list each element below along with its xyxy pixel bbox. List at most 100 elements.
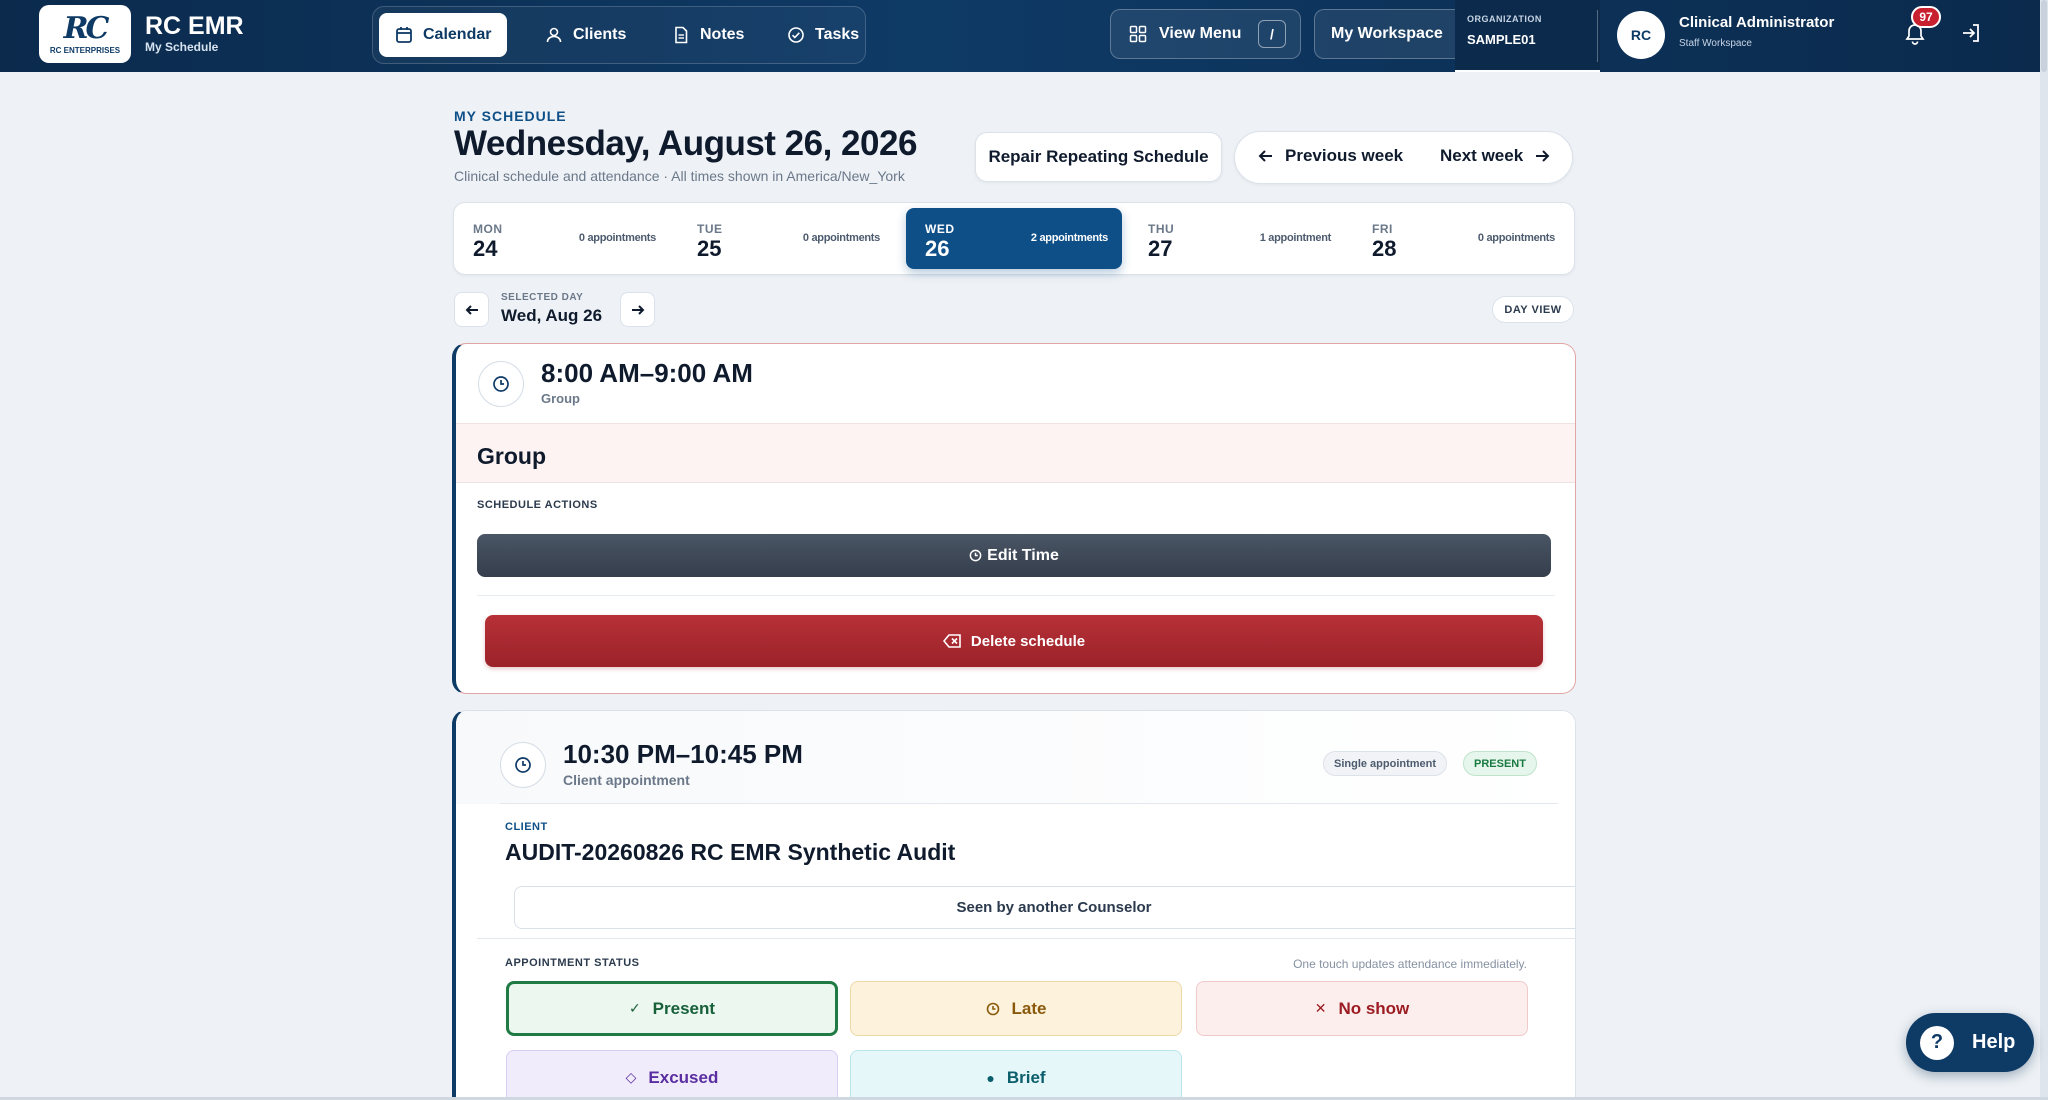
arrow-right-icon (631, 304, 644, 315)
notification-badge[interactable]: 97 (1911, 6, 1941, 28)
arrow-right-icon (1536, 150, 1550, 162)
status-late-label: Late (1011, 998, 1047, 1018)
nav-notes[interactable]: Notes (656, 13, 760, 57)
organization-label: ORGANIZATION (1467, 14, 1542, 24)
grid-icon (1129, 25, 1147, 43)
scrollbar-thumb[interactable] (2041, 0, 2047, 72)
view-menu-label: View Menu (1159, 25, 1242, 42)
day-wednesday[interactable]: WED 26 2 appointments (906, 208, 1122, 269)
previous-day-button[interactable] (454, 292, 489, 327)
delete-schedule-label: Delete schedule (970, 632, 1086, 650)
view-menu-button[interactable]: View Menu / (1110, 9, 1301, 59)
status-present-button[interactable]: ✓ Present (506, 981, 838, 1036)
appointment-time: 10:30 PM–10:45 PM (563, 739, 803, 769)
backspace-icon (942, 634, 961, 648)
app-subtitle: My Schedule (145, 40, 219, 54)
group-name: Group (477, 443, 546, 469)
logo-mark: RC (63, 10, 110, 46)
check-circle-icon (788, 27, 804, 43)
help-label: Help (1972, 1031, 2016, 1053)
logo-text: RC ENTERPRISES (49, 45, 121, 55)
day-name: MON (473, 222, 503, 236)
day-number: 27 (1148, 236, 1173, 261)
day-monday[interactable]: MON 24 0 appointments (454, 208, 670, 269)
day-thursday[interactable]: THU 27 1 appointment (1129, 208, 1345, 269)
help-button[interactable]: ? Help (1906, 1013, 2034, 1072)
delete-schedule-button[interactable]: Delete schedule (485, 615, 1543, 667)
appointment-time: 8:00 AM–9:00 AM (541, 358, 753, 388)
edit-time-label: Edit Time (987, 546, 1059, 564)
divider (500, 803, 1558, 804)
document-icon (675, 26, 688, 44)
status-excused-label: Excused (648, 1067, 719, 1087)
schedule-card-client: 10:30 PM–10:45 PM Client appointment Sin… (452, 710, 1576, 1100)
organization-box: ORGANIZATION SAMPLE01 (1455, 0, 1600, 72)
appointment-kind-badge: Single appointment (1323, 751, 1448, 776)
week-navigation: Previous week Next week (1234, 131, 1573, 184)
close-icon: ✕ (1314, 1000, 1327, 1016)
day-number: 24 (473, 236, 498, 261)
day-name: WED (925, 222, 955, 236)
status-late-button[interactable]: Late (850, 981, 1182, 1036)
appointment-status-label: APPOINTMENT STATUS (505, 957, 640, 969)
user-role: Staff Workspace (1679, 38, 1752, 49)
next-day-button[interactable] (620, 292, 655, 327)
day-tuesday[interactable]: TUE 25 0 appointments (678, 208, 894, 269)
top-bar: RC RC ENTERPRISES RC EMR My Schedule Cal… (0, 0, 2048, 72)
day-number: 25 (697, 236, 722, 261)
dot-icon: ● (986, 1069, 995, 1086)
selected-day-value: Wed, Aug 26 (501, 306, 603, 325)
status-no-show-button[interactable]: ✕ No show (1196, 981, 1528, 1036)
clock-icon (478, 361, 524, 407)
nav-tasks[interactable]: Tasks (771, 13, 875, 57)
nav-calendar[interactable]: Calendar (379, 13, 508, 57)
next-week-label: Next week (1440, 146, 1524, 165)
status-brief-button[interactable]: ● Brief (850, 1050, 1182, 1100)
app-title: RC EMR (145, 12, 244, 40)
arrow-left-icon (465, 304, 478, 315)
main-nav: Calendar Clients Notes Tasks (372, 6, 866, 64)
status-brief-label: Brief (1006, 1067, 1046, 1087)
my-workspace-button[interactable]: My Workspace (1314, 9, 1469, 59)
day-appointment-count: 0 appointments (1477, 232, 1555, 244)
group-name-band: Group (456, 423, 1575, 483)
day-number: 28 (1372, 236, 1397, 261)
schedule-card-group: 8:00 AM–9:00 AM Group Group SCHEDULE ACT… (452, 343, 1576, 694)
page-title: Wednesday, August 26, 2026 (454, 124, 917, 163)
divider (477, 938, 1575, 939)
week-strip: MON 24 0 appointments TUE 25 0 appointme… (453, 202, 1575, 275)
day-appointment-count: 1 appointment (1259, 232, 1332, 244)
nav-notes-label: Notes (700, 26, 745, 43)
seen-by-another-counselor-button[interactable]: Seen by another Counselor (514, 886, 1575, 929)
nav-clients[interactable]: Clients (529, 13, 642, 57)
day-appointment-count: 0 appointments (578, 232, 656, 244)
user-icon (546, 27, 562, 43)
header-divider (1597, 10, 1598, 62)
nav-calendar-label: Calendar (423, 26, 492, 43)
app-logo[interactable]: RC RC ENTERPRISES (39, 5, 131, 63)
selected-day-label: SELECTED DAY (501, 292, 584, 303)
next-week-button[interactable]: Next week (1440, 146, 1551, 166)
user-name: Clinical Administrator (1679, 14, 1835, 31)
day-friday[interactable]: FRI 28 0 appointments (1353, 208, 1569, 269)
day-appointment-count: 0 appointments (802, 232, 880, 244)
organization-value: SAMPLE01 (1467, 32, 1536, 47)
status-excused-button[interactable]: ◇ Excused (506, 1050, 838, 1100)
checkmark-icon: ✓ (628, 1000, 641, 1016)
previous-week-label: Previous week (1285, 146, 1404, 165)
logout-icon[interactable] (1960, 22, 1982, 49)
page-scrollbar[interactable] (2040, 0, 2048, 1100)
diamond-icon: ◇ (625, 1069, 637, 1085)
nav-tasks-label: Tasks (815, 26, 860, 43)
client-name[interactable]: AUDIT-20260826 RC EMR Synthetic Audit (505, 839, 955, 866)
appointment-type: Group (541, 391, 580, 406)
calendar-icon (396, 27, 412, 43)
day-view-toggle[interactable]: DAY VIEW (1492, 296, 1574, 323)
repair-repeating-schedule-button[interactable]: Repair Repeating Schedule (975, 132, 1222, 182)
day-name: FRI (1372, 222, 1393, 236)
previous-week-button[interactable]: Previous week (1257, 146, 1403, 166)
edit-time-button[interactable]: Edit Time (477, 534, 1551, 577)
avatar[interactable]: RC (1617, 11, 1665, 59)
appointment-type: Client appointment (563, 772, 690, 788)
day-number: 26 (925, 236, 950, 261)
